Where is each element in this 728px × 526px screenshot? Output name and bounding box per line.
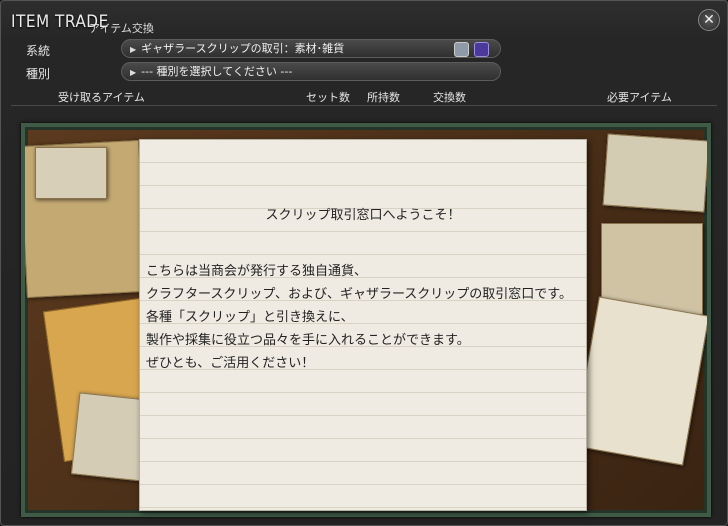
welcome-line: ぜひとも、ご活用ください！ xyxy=(146,356,315,371)
category-label: 系統 xyxy=(26,44,51,58)
welcome-line: 各種「スクリップ」と引き換えに、 xyxy=(146,310,354,325)
decorative-envelope xyxy=(572,296,707,466)
column-owned[interactable]: 所持数 xyxy=(367,89,400,105)
welcome-line: クラフタースクリップ、および、ギャザラースクリップの取引窓口です。 xyxy=(146,287,573,302)
close-button[interactable]: ✕ xyxy=(698,9,720,31)
decorative-card xyxy=(602,133,707,213)
type-dropdown-value: --- 種別を選択してください --- xyxy=(141,65,293,78)
welcome-line: 製作や採集に役立つ品々を手に入れることができます。 xyxy=(146,333,470,348)
column-exchange-count[interactable]: 交換数 xyxy=(433,89,466,105)
type-label: 種別 xyxy=(26,67,51,81)
dropdown-arrow-icon: ▶ xyxy=(130,45,137,54)
column-required-item[interactable]: 必要アイテム xyxy=(607,89,672,105)
header-divider xyxy=(11,105,717,106)
category-dropdown-value: ギャザラースクリップの取引：素材･雑貨 xyxy=(141,42,345,55)
dropdown-arrow-icon: ▶ xyxy=(130,68,137,77)
category-dropdown[interactable]: ▶ ギャザラースクリップの取引：素材･雑貨 xyxy=(121,39,501,58)
decorative-card xyxy=(35,147,107,199)
armor-icon xyxy=(454,42,469,57)
window-subtitle: アイテム交換 xyxy=(89,22,154,35)
column-set-count[interactable]: セット数 xyxy=(306,89,350,105)
welcome-line: こちらは当商会が発行する独自通貨、 xyxy=(146,264,368,279)
close-icon: ✕ xyxy=(703,12,715,28)
welcome-note: スクリップ取引窓口へようこそ！ こちらは当商会が発行する独自通貨、 クラフタース… xyxy=(139,139,587,511)
scrip-icon xyxy=(474,42,489,57)
welcome-title: スクリップ取引窓口へようこそ！ xyxy=(265,208,461,223)
item-trade-window: ITEM TRADE アイテム交換 ✕ 系統 ▶ ギャザラースクリップの取引：素材… xyxy=(0,0,728,526)
column-receive-item[interactable]: 受け取るアイテム xyxy=(58,89,145,105)
type-dropdown[interactable]: ▶ --- 種別を選択してください --- xyxy=(121,62,501,81)
